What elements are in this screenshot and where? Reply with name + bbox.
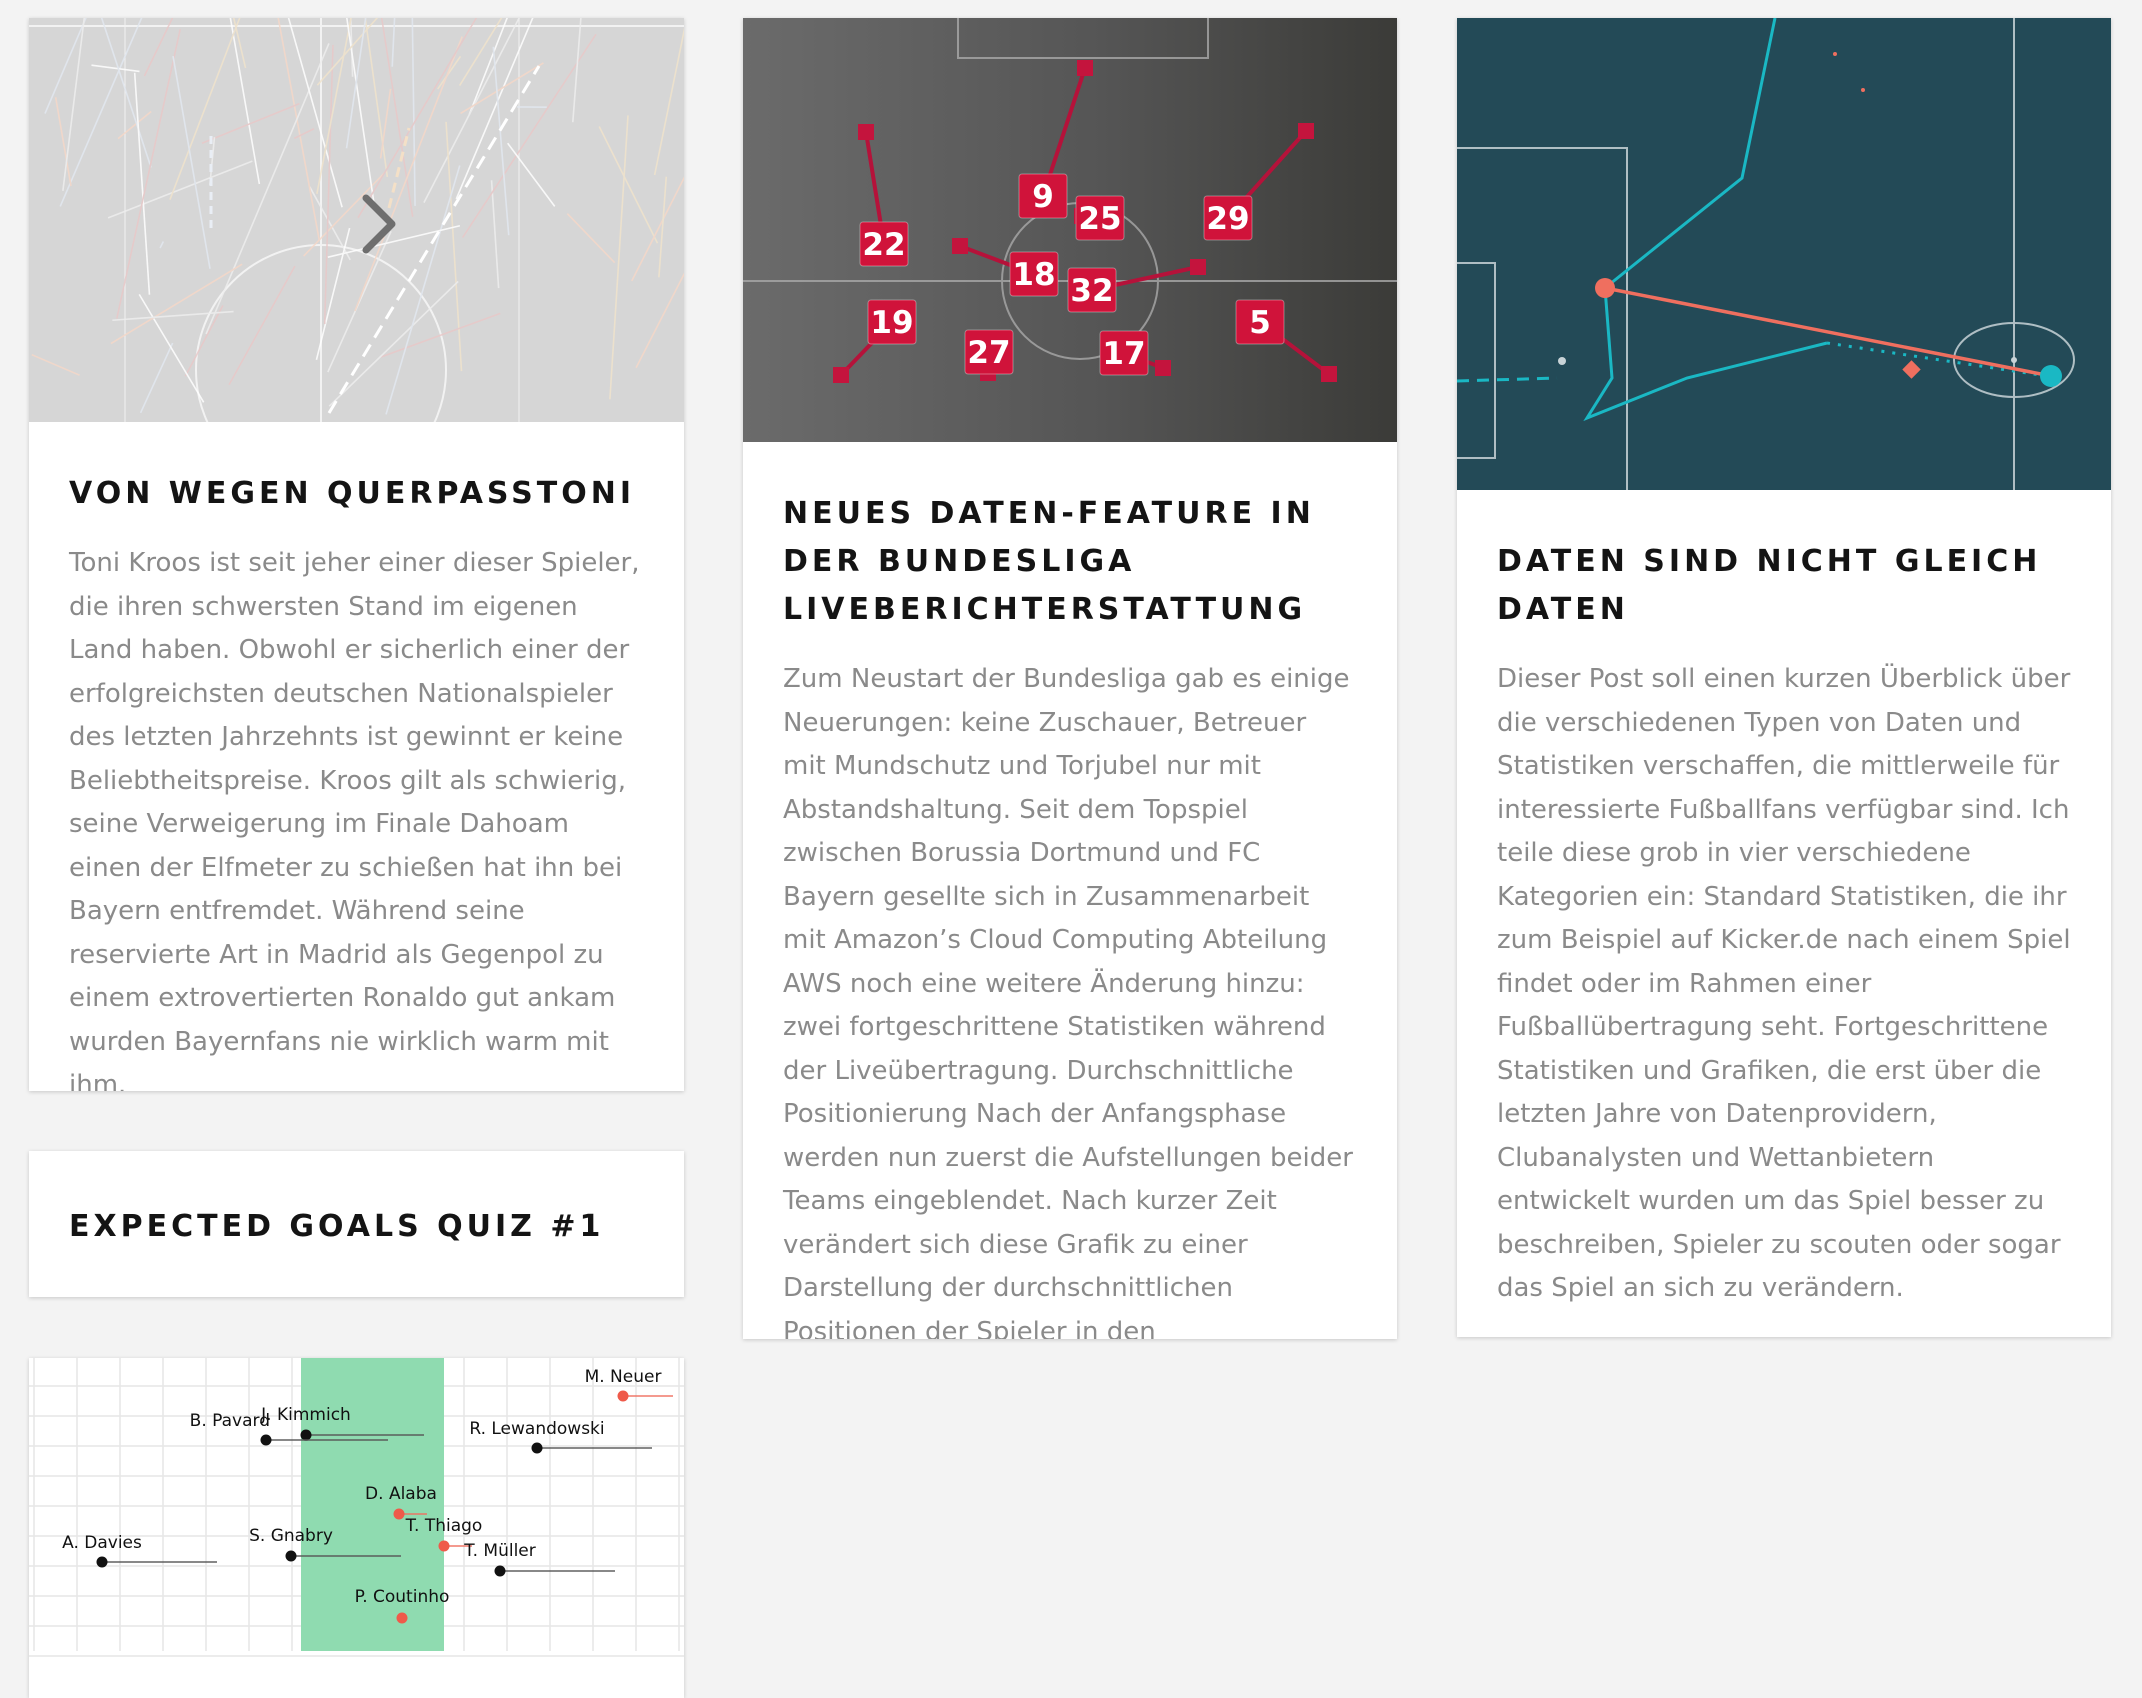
post-content: NEUES DATEN-FEATURE IN DER BUNDESLIGA LI…	[743, 442, 1397, 1339]
player-name: J. Kimmich	[260, 1405, 351, 1425]
post-thumbnail-lineup[interactable]: M. Neuer J. KimmichB. Pavard R. Lewandowsk…	[29, 1358, 684, 1698]
player-name: R. Lewandowski	[469, 1419, 604, 1439]
player-marker	[439, 1541, 450, 1552]
player-name: P. Coutinho	[355, 1587, 450, 1607]
post-card-lineup-chart[interactable]: M. Neuer J. KimmichB. Pavard R. Lewandowsk…	[29, 1358, 684, 1698]
player-marker	[532, 1443, 543, 1454]
next-slide-button[interactable]	[353, 192, 407, 256]
player-name: A. Davies	[62, 1533, 142, 1553]
post-card-querpasstoni[interactable]: VON WEGEN QUERPASSTONI Toni Kroos ist se…	[29, 18, 684, 1091]
player-name: T. Thiago	[405, 1516, 483, 1536]
player-number: 25	[1078, 201, 1121, 237]
lineup-graphic: M. Neuer J. KimmichB. Pavard R. Lewandowsk…	[29, 1358, 684, 1698]
player-marker	[286, 1551, 297, 1562]
player-name: B. Pavard	[190, 1411, 270, 1431]
player-marker	[495, 1566, 506, 1577]
average-positions-graphic: 22 19 27 9 18 25 32 17 29 5	[743, 18, 1397, 442]
post-thumbnail-pass-map[interactable]	[29, 18, 684, 422]
post-card-daten-nicht-gleich-daten[interactable]: DATEN SIND NICHT GLEICH DATEN Dieser Pos…	[1457, 18, 2111, 1337]
player-number: 27	[967, 335, 1010, 371]
player-marker	[397, 1613, 408, 1624]
player-number: 22	[862, 227, 905, 263]
player-number: 17	[1102, 336, 1145, 372]
player-marker	[394, 1509, 405, 1520]
player-number: 5	[1249, 305, 1271, 341]
player-marker	[261, 1435, 272, 1446]
player-name: T. Müller	[463, 1541, 536, 1561]
post-title[interactable]: DATEN SIND NICHT GLEICH DATEN	[1497, 538, 2071, 634]
player-name: S. Gnabry	[249, 1526, 333, 1546]
post-title[interactable]: NEUES DATEN-FEATURE IN DER BUNDESLIGA LI…	[783, 490, 1357, 634]
post-excerpt: Toni Kroos ist seit jeher einer dieser S…	[69, 542, 644, 1091]
player-number: 29	[1206, 201, 1249, 237]
post-title[interactable]: EXPECTED GOALS QUIZ #1	[69, 1203, 644, 1251]
player-number: 9	[1032, 179, 1054, 215]
player-marker	[301, 1430, 312, 1441]
post-excerpt: Zum Neustart der Bundesliga gab es einig…	[783, 658, 1357, 1339]
post-thumbnail-average-positions[interactable]: 22 19 27 9 18 25 32 17 29 5	[743, 18, 1397, 442]
player-number: 18	[1012, 257, 1055, 293]
player-name: D. Alaba	[365, 1484, 437, 1504]
player-number: 32	[1070, 273, 1113, 309]
chevron-right-icon	[360, 194, 400, 254]
post-excerpt: Dieser Post soll einen kurzen Überblick …	[1497, 658, 2071, 1311]
post-thumbnail-pitch-event[interactable]	[1457, 18, 2111, 490]
player-marker	[618, 1391, 629, 1402]
post-card-xg-quiz[interactable]: EXPECTED GOALS QUIZ #1	[29, 1151, 684, 1297]
post-content: EXPECTED GOALS QUIZ #1	[29, 1151, 684, 1297]
post-content: DATEN SIND NICHT GLEICH DATEN Dieser Pos…	[1457, 490, 2111, 1331]
post-content: VON WEGEN QUERPASSTONI Toni Kroos ist se…	[29, 422, 684, 1091]
player-marker	[97, 1557, 108, 1568]
post-title[interactable]: VON WEGEN QUERPASSTONI	[69, 470, 644, 518]
player-number: 19	[870, 305, 913, 341]
post-card-daten-feature[interactable]: 22 19 27 9 18 25 32 17 29 5 NEUES DATEN-FEATURE I…	[743, 18, 1397, 1339]
player-name: M. Neuer	[585, 1367, 662, 1387]
pitch-event-graphic	[1457, 18, 2111, 490]
